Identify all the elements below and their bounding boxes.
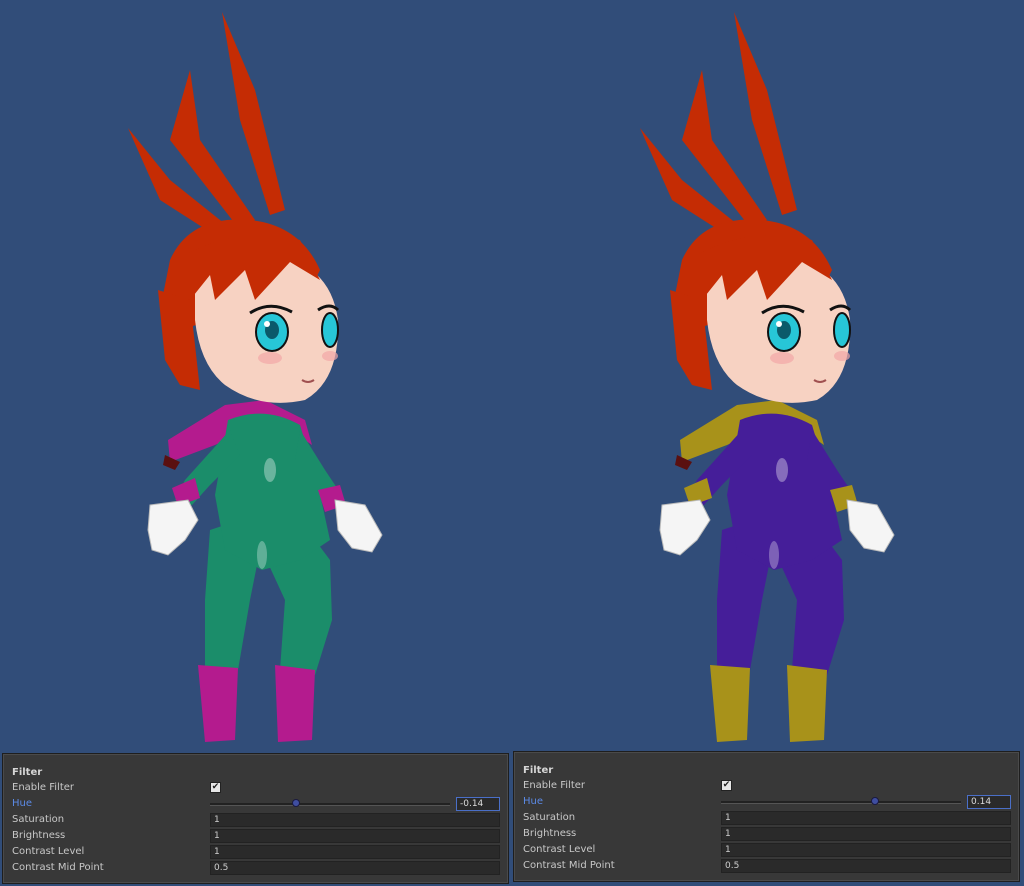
character-model-left [128, 12, 383, 742]
filter-panel-left: Filter Enable Filter ✔ Hue -0.14 Saturat… [2, 753, 509, 884]
hue-value-field[interactable]: 0.14 [967, 795, 1011, 809]
contrast-level-field[interactable]: 1 [210, 845, 500, 859]
enable-filter-label: Enable Filter [12, 782, 75, 793]
enable-filter-label: Enable Filter [523, 780, 586, 791]
panel-title: Filter [12, 767, 43, 778]
hue-slider-thumb[interactable] [870, 797, 879, 805]
contrast-mid-point-row: Contrast Mid Point 0.5 [523, 859, 1013, 873]
brightness-field[interactable]: 1 [210, 829, 500, 843]
contrast-mid-point-field[interactable]: 0.5 [721, 859, 1011, 873]
saturation-label: Saturation [12, 814, 65, 825]
brightness-row: Brightness 1 [12, 829, 502, 843]
character-model-right [640, 12, 895, 742]
hue-slider-track[interactable] [721, 801, 961, 804]
hue-value-field[interactable]: -0.14 [456, 797, 500, 811]
contrast-level-row: Contrast Level 1 [12, 845, 502, 859]
contrast-level-label: Contrast Level [523, 844, 596, 855]
saturation-field[interactable]: 1 [210, 813, 500, 827]
hue-slider-track[interactable] [210, 803, 450, 806]
contrast-level-field[interactable]: 1 [721, 843, 1011, 857]
panel-title: Filter [523, 765, 554, 776]
contrast-mid-point-label: Contrast Mid Point [523, 860, 615, 871]
contrast-mid-point-row: Contrast Mid Point 0.5 [12, 861, 502, 875]
hue-row: Hue 0.14 [523, 795, 1013, 809]
saturation-label: Saturation [523, 812, 576, 823]
filter-panel-right: Filter Enable Filter ✔ Hue 0.14 Saturati… [513, 751, 1020, 882]
hue-label: Hue [523, 796, 544, 807]
enable-filter-checkbox[interactable]: ✔ [721, 780, 732, 791]
contrast-level-label: Contrast Level [12, 846, 85, 857]
saturation-row: Saturation 1 [523, 811, 1013, 825]
enable-filter-row: Enable Filter ✔ [523, 779, 1013, 793]
brightness-label: Brightness [12, 830, 66, 841]
enable-filter-checkbox[interactable]: ✔ [210, 782, 221, 793]
scene-viewport-right [512, 0, 1024, 752]
saturation-field[interactable]: 1 [721, 811, 1011, 825]
brightness-label: Brightness [523, 828, 577, 839]
hue-label: Hue [12, 798, 33, 809]
contrast-mid-point-label: Contrast Mid Point [12, 862, 104, 873]
enable-filter-row: Enable Filter ✔ [12, 781, 502, 795]
hue-row: Hue -0.14 [12, 797, 502, 811]
saturation-row: Saturation 1 [12, 813, 502, 827]
brightness-field[interactable]: 1 [721, 827, 1011, 841]
contrast-mid-point-field[interactable]: 0.5 [210, 861, 500, 875]
brightness-row: Brightness 1 [523, 827, 1013, 841]
scene-viewport-left [0, 0, 512, 752]
contrast-level-row: Contrast Level 1 [523, 843, 1013, 857]
